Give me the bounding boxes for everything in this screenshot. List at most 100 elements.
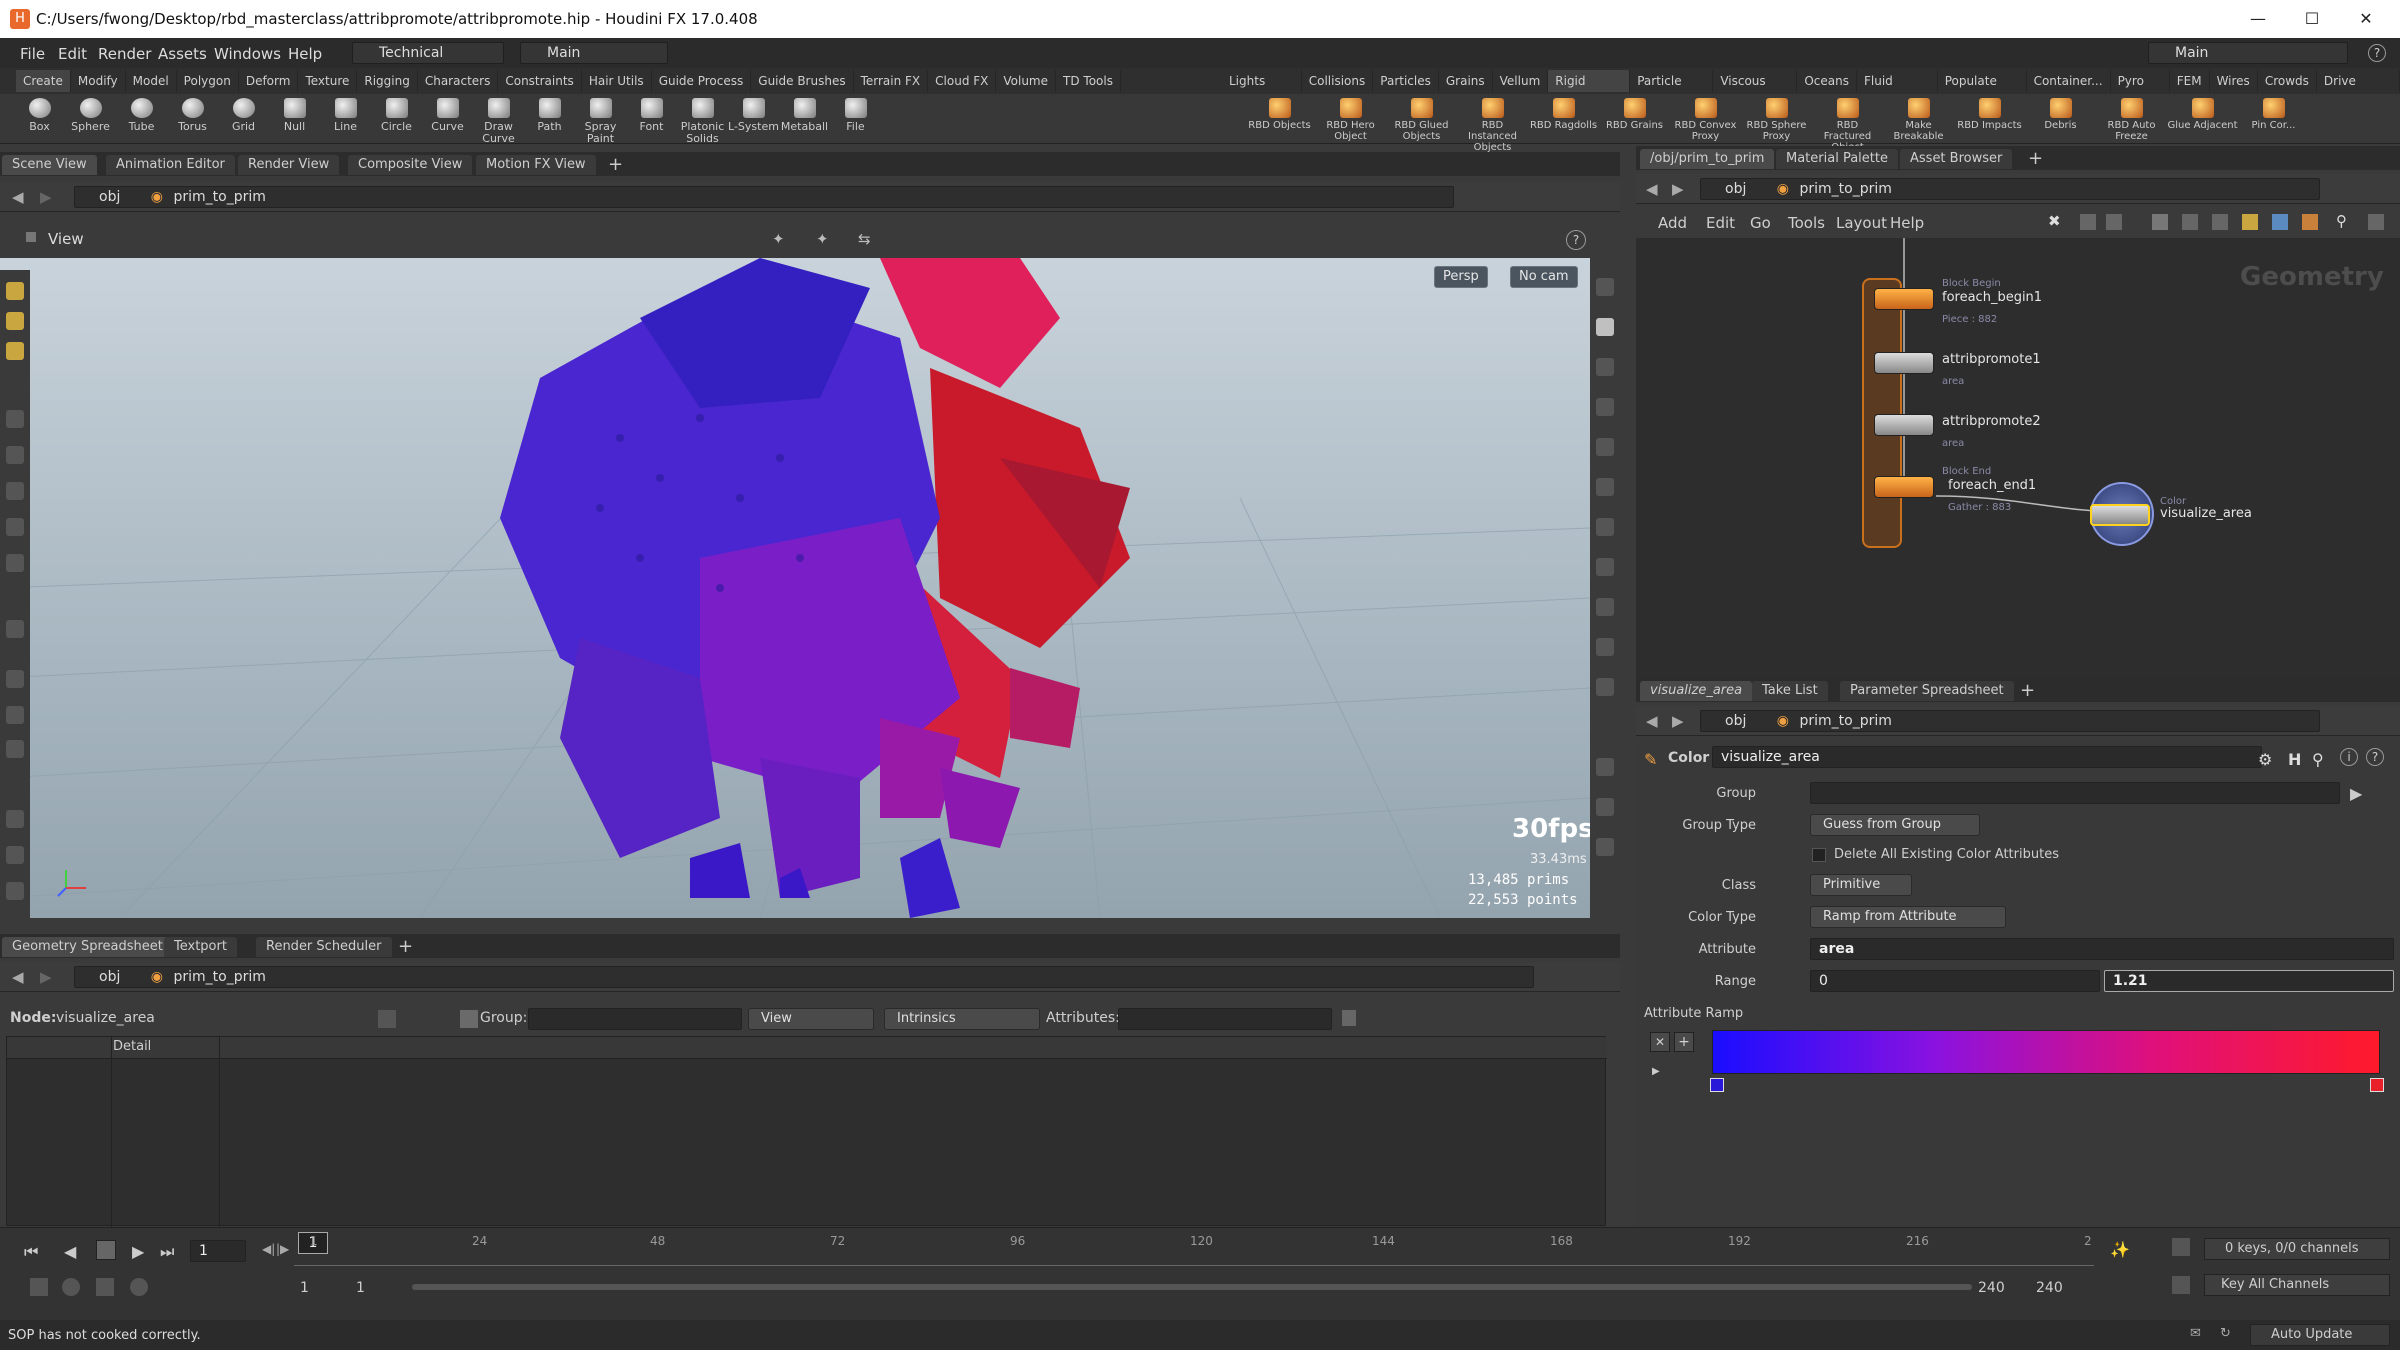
realtime-toggle-icon[interactable] [2172,1238,2190,1256]
tree-view-icon[interactable] [2106,214,2122,230]
tool-grid-button[interactable]: Grid [218,96,269,142]
lasso-tool-icon[interactable] [6,706,24,724]
right-shelf-set-selector[interactable]: Main [2148,42,2348,64]
back-arrow-icon[interactable]: ◀ [12,968,24,986]
delete-attributes-checkbox[interactable] [1812,848,1826,862]
menu-help[interactable]: Help [288,45,322,63]
audio-icon[interactable] [30,1278,48,1296]
play-reverse-icon[interactable]: ◀ [64,1242,76,1261]
viewport-help-icon[interactable]: ? [1566,230,1586,250]
tool-make-breakable-button[interactable]: Make Breakable [1883,96,1954,142]
wrench-icon[interactable]: ✖ [2048,212,2061,230]
list-view-icon[interactable] [2080,214,2096,230]
bounds-icon[interactable] [1596,638,1614,656]
tool-font-button[interactable]: Font [626,96,677,142]
menu-render[interactable]: Render [98,45,151,63]
tool-metaball-button[interactable]: Metaball [779,96,830,142]
spreadsheet-options-icon[interactable] [1342,1010,1356,1026]
key-channels-icon[interactable] [2172,1276,2190,1294]
tool-tube-button[interactable]: Tube [116,96,167,142]
network-path-field[interactable]: obj ◉ prim_to_prim [1700,178,2320,200]
shelf-tab-td-tools[interactable]: TD Tools [1056,70,1121,92]
key-all-channels-button[interactable]: Key All Channels [2204,1274,2390,1296]
range-min-input[interactable]: 0 [1810,970,2100,992]
tool-rbd-hero-object-button[interactable]: RBD Hero Object [1315,96,1386,142]
shelf-tab-fluid-con[interactable]: Fluid Con... [1857,70,1938,110]
main-shelf-set-selector[interactable]: Main [520,42,668,64]
tab-geometry-spreadsheet[interactable]: Geometry Spreadsheet [2,937,173,957]
shelf-tab-vellum[interactable]: Vellum [1493,70,1549,92]
jump-end-icon[interactable]: ⏭ [160,1242,174,1262]
tool-rbd-grains-button[interactable]: RBD Grains [1599,96,1670,142]
pose-tool-icon[interactable] [6,518,24,536]
tool-rbd-sphere-proxy-button[interactable]: RBD Sphere Proxy [1741,96,1812,142]
keys-channels-info[interactable]: 0 keys, 0/0 channels [2204,1238,2390,1260]
display-tool-icon[interactable] [6,882,24,900]
tab-network-path[interactable]: /obj/prim_to_prim [1640,149,1775,169]
persp-camera-menu[interactable]: Persp [1434,266,1488,288]
no-cam-menu[interactable]: No cam [1510,266,1578,288]
view-tool-icon[interactable] [6,554,24,572]
shelf-tab-constraints[interactable]: Constraints [498,70,582,92]
jump-start-icon[interactable]: ⏮ [24,1242,38,1262]
node-visualize-area[interactable] [2090,504,2150,526]
ghost-icon[interactable] [1596,278,1614,296]
shelf-tab-fem[interactable]: FEM [2170,70,2210,92]
menu-assets[interactable]: Assets [158,45,207,63]
info-icon[interactable]: i [2340,748,2358,766]
magnet-tool-icon[interactable] [6,740,24,758]
play-icon[interactable]: ▶ [132,1242,144,1261]
global-animation-icon[interactable] [130,1278,148,1296]
step-back-icon[interactable]: ◀| [262,1242,275,1256]
layout-icon[interactable] [2182,214,2198,230]
range-max-input[interactable]: 1.21 [2104,970,2394,992]
group-select-arrow-icon[interactable]: ▶ [2350,784,2362,803]
network-menu-tools[interactable]: Layout [1836,214,1887,232]
shelf-tab-drive-sim[interactable]: Drive Sim... [2317,70,2400,110]
intrinsics-menu[interactable]: Intrinsics [884,1008,1040,1030]
shelf-tab-lights-an[interactable]: Lights an... [1222,70,1302,110]
shading-icon[interactable] [1596,358,1614,376]
shelf-tab-cloud-fx[interactable]: Cloud FX [928,70,997,92]
network-box-icon[interactable] [2272,214,2288,230]
group-input[interactable] [1810,782,2340,804]
pointer-tool-icon[interactable] [6,410,24,428]
chat-icon[interactable]: ✉ [2190,1326,2201,1341]
snapshot-icon[interactable] [1596,798,1614,816]
minimize-button[interactable]: — [2238,6,2278,32]
shelf-tab-polygon[interactable]: Polygon [177,70,239,92]
tool-line-button[interactable]: Line [320,96,371,142]
sticky-note-icon[interactable] [2242,214,2258,230]
tab-render-view[interactable]: Render View [238,155,340,175]
tool-l-system-button[interactable]: L-System [728,96,779,142]
shelf-tab-pyro-fx[interactable]: Pyro FX [2111,70,2170,110]
tool-sphere-button[interactable]: Sphere [65,96,116,142]
tool-file-button[interactable]: File [830,96,881,142]
tab-composite-view[interactable]: Composite View [348,155,473,175]
shelf-tab-volume[interactable]: Volume [996,70,1057,92]
param-help-icon[interactable]: ? [2366,748,2384,766]
tool-rbd-impacts-button[interactable]: RBD Impacts [1954,96,2025,142]
forward-arrow-icon[interactable]: ▶ [1672,712,1684,730]
range-start[interactable]: 1 [300,1280,309,1296]
tool-rbd-glued-objects-button[interactable]: RBD Glued Objects [1386,96,1457,142]
node-foreach-end1[interactable] [1874,476,1934,498]
parameter-path-field[interactable]: obj ◉ prim_to_prim [1700,710,2320,732]
class-menu[interactable]: Primitive [1810,874,1912,896]
range-end-playback[interactable]: 240 [1978,1280,2005,1296]
shelf-tab-oceans[interactable]: Oceans [1797,70,1857,92]
scale-tool-icon[interactable] [6,482,24,500]
back-arrow-icon[interactable]: ◀ [12,188,24,206]
search-icon[interactable]: ⚲ [2336,212,2347,230]
selection-mode-icon[interactable]: ✦ [772,230,785,248]
tool-circle-button[interactable]: Circle [371,96,422,142]
menu-edit[interactable]: Edit [58,45,87,63]
ortho-icon[interactable] [1596,678,1614,696]
add-tab-icon[interactable]: + [608,154,623,175]
light-tool-icon[interactable] [6,846,24,864]
vectors-display-icon[interactable] [1596,518,1614,536]
loop-icon[interactable] [96,1278,114,1296]
ramp-key-start[interactable] [1710,1078,1724,1092]
add-tab-icon[interactable]: + [398,936,413,957]
help-icon[interactable]: ? [2368,44,2386,62]
